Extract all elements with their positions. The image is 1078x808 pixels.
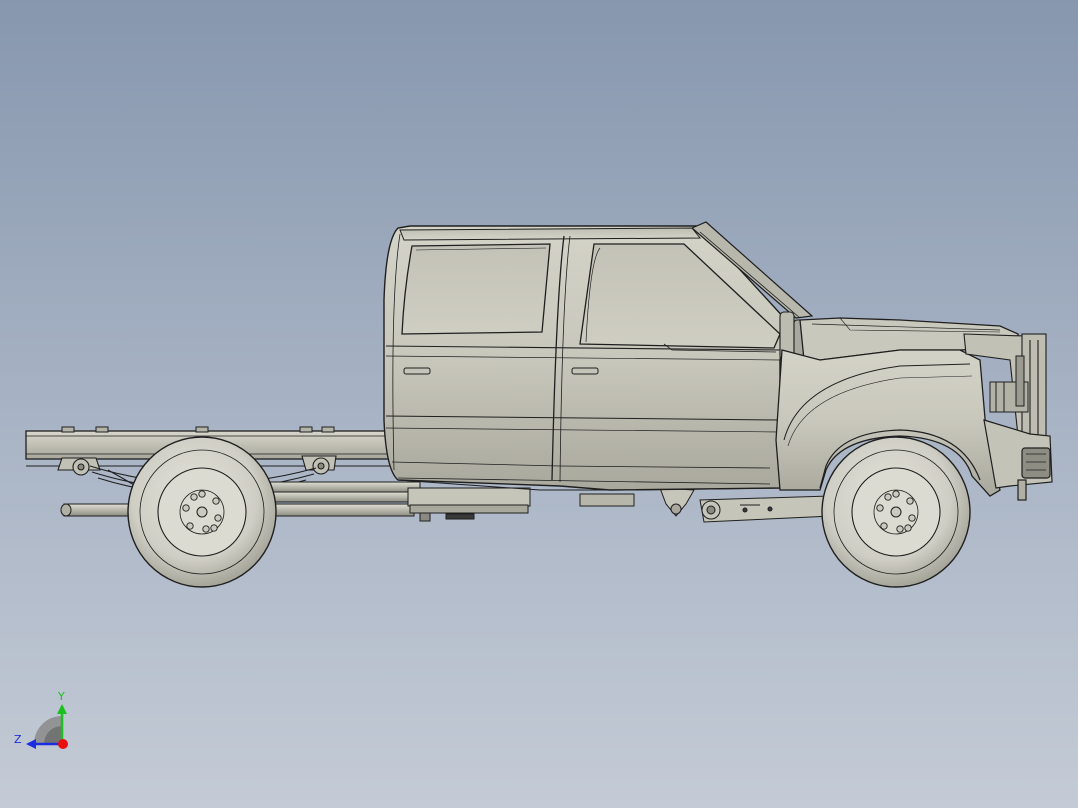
triad-z-label: Z [14, 733, 22, 746]
model-view[interactable]: Y Z [0, 0, 1078, 808]
rear-wheel[interactable] [127, 436, 277, 588]
front-wheel[interactable] [821, 436, 971, 588]
rear-door-handle[interactable] [403, 367, 431, 375]
triad-z-arrow-icon [26, 739, 36, 749]
underbody-components[interactable] [407, 487, 833, 523]
triad-x-axis-dot [58, 739, 68, 749]
triad-y-arrow-icon [57, 704, 67, 714]
headlight[interactable] [989, 355, 1029, 413]
orientation-triad: Y Z [14, 690, 68, 749]
cab-body[interactable] [383, 221, 814, 491]
graphics-viewport[interactable]: Y Z [0, 0, 1078, 808]
front-door-handle[interactable] [571, 367, 599, 375]
triad-y-label: Y [57, 690, 65, 703]
